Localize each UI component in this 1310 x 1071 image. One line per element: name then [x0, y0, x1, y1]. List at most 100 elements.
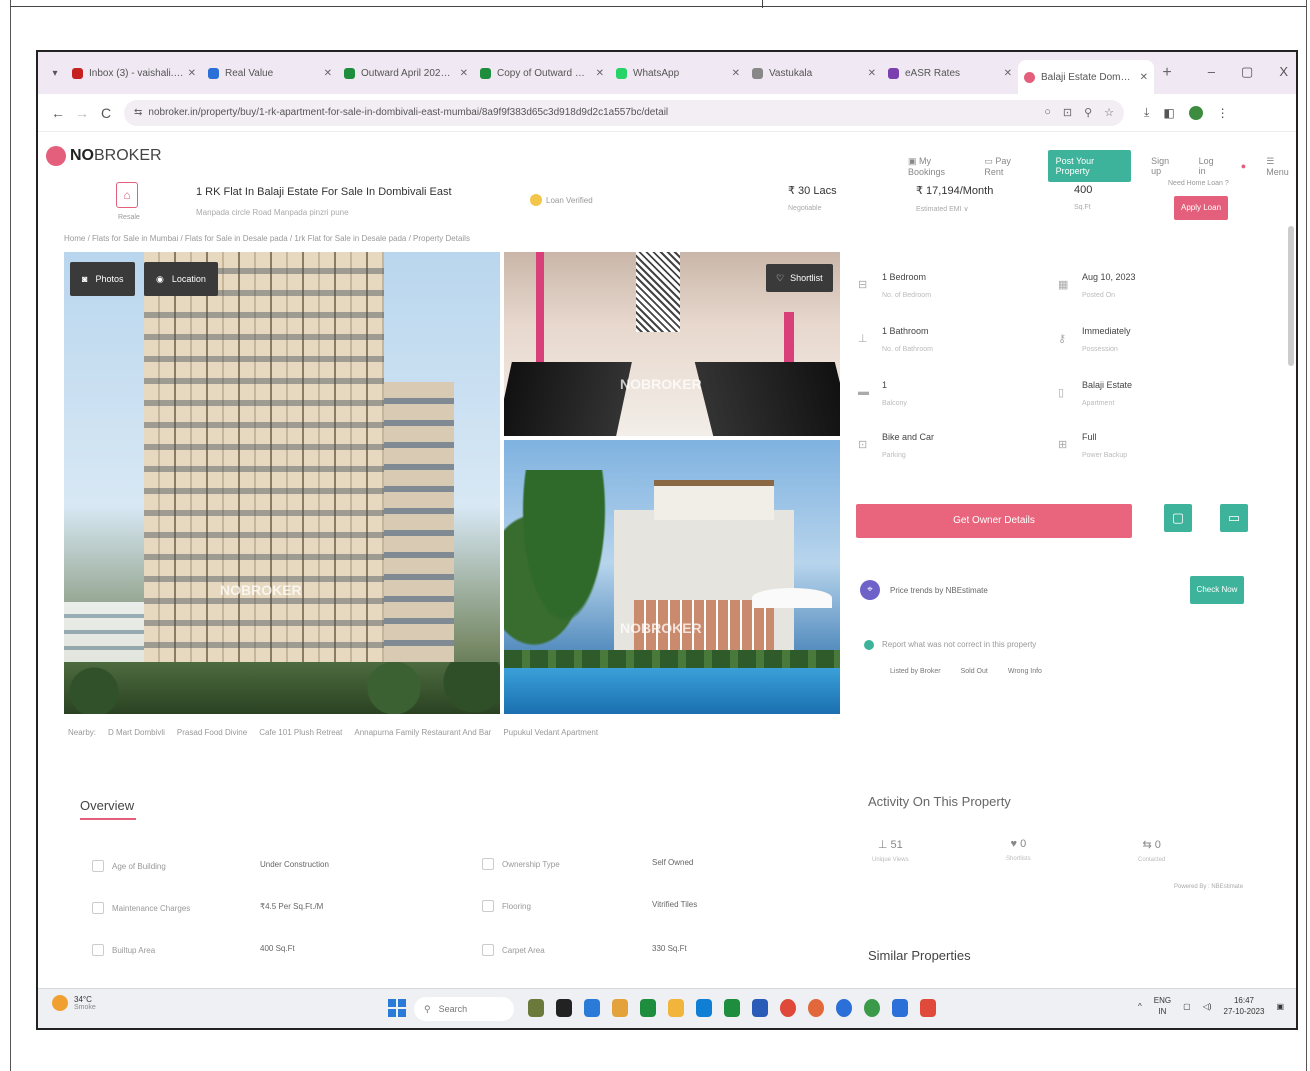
- gmail-icon: [72, 67, 83, 79]
- close-icon[interactable]: ✕: [188, 68, 196, 79]
- hedge: [504, 650, 840, 670]
- browser-tab-active[interactable]: Balaji Estate Dombivali ✕: [1018, 60, 1154, 94]
- browser-tab[interactable]: Inbox (3) - vaishali.sar ✕: [66, 58, 202, 88]
- close-icon[interactable]: ✕: [868, 68, 876, 79]
- close-icon[interactable]: ✕: [1004, 68, 1012, 79]
- report-listed-by-broker[interactable]: Listed by Broker: [890, 668, 941, 675]
- photos-button[interactable]: ◙ Photos: [70, 262, 136, 296]
- minimize-button[interactable]: –: [1208, 64, 1215, 80]
- close-icon[interactable]: ✕: [324, 68, 332, 79]
- chat-button[interactable]: ▭: [1220, 504, 1248, 532]
- taskbar-app-icon[interactable]: [556, 999, 572, 1017]
- firefox-icon[interactable]: [808, 999, 824, 1017]
- contacted-stat: ⇆ 0 Contacted: [1138, 838, 1165, 863]
- edge-icon[interactable]: [696, 999, 712, 1017]
- browser-tab[interactable]: WhatsApp ✕: [610, 58, 746, 88]
- taskbar-app-icon[interactable]: [528, 999, 544, 1017]
- maximize-button[interactable]: ▢: [1241, 64, 1253, 80]
- acrobat-icon[interactable]: [920, 999, 936, 1017]
- amenity-photo[interactable]: NOBROKER: [504, 440, 840, 714]
- ring-icon[interactable]: ○: [1044, 106, 1051, 119]
- property-address[interactable]: Manpada circle Road Manpada pinzri pune: [196, 208, 349, 217]
- notification-center-icon[interactable]: ▣: [1276, 1002, 1284, 1011]
- nobroker-logo[interactable]: NO BROKER: [46, 146, 162, 166]
- browser-tab[interactable]: Outward April 2023 - G ✕: [338, 58, 474, 88]
- chevron-up-icon[interactable]: ^: [1138, 1002, 1142, 1011]
- powered-by: Powered By : NBEstimate: [1174, 884, 1244, 890]
- help-icon[interactable]: [836, 999, 852, 1017]
- weather-widget[interactable]: 34°C Smoke: [52, 995, 96, 1011]
- close-icon[interactable]: ✕: [460, 68, 468, 79]
- language-indicator[interactable]: ENG IN: [1154, 995, 1171, 1017]
- bookmark-star-icon[interactable]: ☆: [1104, 106, 1114, 119]
- close-window-button[interactable]: X: [1279, 64, 1288, 80]
- browser-tab[interactable]: Copy of Outward month ✕: [474, 58, 610, 88]
- kebab-menu-icon[interactable]: ⋮: [1217, 106, 1229, 120]
- volume-icon[interactable]: ◁): [1203, 1002, 1212, 1011]
- taskbar-app-icon[interactable]: [864, 999, 880, 1017]
- close-icon[interactable]: ✕: [732, 68, 740, 79]
- pay-rent-link[interactable]: ▭ Pay Rent: [984, 156, 1027, 177]
- kitchen-photo[interactable]: ♡ Shortlist NOBROKER: [504, 252, 840, 436]
- side-panel-icon[interactable]: ◧: [1163, 106, 1174, 120]
- new-tab-button[interactable]: +: [1154, 64, 1180, 82]
- back-button[interactable]: ←: [46, 105, 70, 121]
- chrome-icon[interactable]: [780, 999, 796, 1017]
- login-link[interactable]: Log in: [1199, 156, 1221, 176]
- location-button[interactable]: ◉ Location: [144, 262, 218, 296]
- breadcrumb[interactable]: Home / Flats for Sale in Mumbai / Flats …: [64, 234, 470, 243]
- menu-link[interactable]: ☰ Menu: [1266, 156, 1296, 177]
- clock[interactable]: 16:47 27-10-2023: [1224, 995, 1265, 1017]
- download-icon[interactable]: ⤓: [1144, 105, 1149, 120]
- windows-start-icon[interactable]: [388, 999, 406, 1017]
- word-icon[interactable]: [752, 999, 768, 1017]
- nearby-places: Nearby: D Mart Dombivli Prasad Food Divi…: [68, 728, 598, 737]
- close-icon[interactable]: ✕: [1140, 72, 1148, 83]
- carpet-value: 330 Sq.Ft: [652, 944, 687, 953]
- network-icon[interactable]: ▢: [1183, 1002, 1191, 1011]
- taskbar-search[interactable]: ⚲ Search: [414, 997, 514, 1021]
- bathroom-detail: ⊥ 1 Bathroom No. of Bathroom: [858, 326, 933, 353]
- schedule-visit-button[interactable]: ▢: [1164, 504, 1192, 532]
- browser-tab[interactable]: Vastukala ✕: [746, 58, 882, 88]
- forward-button[interactable]: →: [70, 105, 94, 121]
- nearby-item[interactable]: Cafe 101 Plush Retreat: [259, 728, 342, 737]
- browser-tab[interactable]: eASR Rates ✕: [882, 58, 1018, 88]
- emi-dropdown[interactable]: Estimated EMI ∨: [916, 205, 993, 213]
- close-icon[interactable]: ✕: [596, 68, 604, 79]
- reload-button[interactable]: C: [94, 105, 118, 121]
- report-wrong-info[interactable]: Wrong Info: [1008, 668, 1042, 675]
- tab-search-icon[interactable]: ▾: [44, 68, 66, 79]
- nearby-item[interactable]: Annapurna Family Restaurant And Bar: [354, 728, 491, 737]
- nearby-item[interactable]: Prasad Food Divine: [177, 728, 247, 737]
- property-title: 1 RK Flat In Balaji Estate For Sale In D…: [196, 186, 452, 198]
- main-building-photo[interactable]: ◙ Photos ◉ Location NOBROKER: [64, 252, 500, 714]
- site-info-icon[interactable]: ⇆: [134, 107, 142, 118]
- file-explorer-icon[interactable]: [668, 999, 684, 1017]
- check-now-button[interactable]: Check Now: [1190, 576, 1244, 604]
- profile-avatar[interactable]: [1188, 105, 1203, 120]
- overview-heading[interactable]: Overview: [80, 798, 134, 813]
- url-input[interactable]: ⇆ nobroker.in/property/buy/1-rk-apartmen…: [124, 99, 1124, 126]
- my-bookings-link[interactable]: ▣ My Bookings: [908, 156, 964, 177]
- nearby-item[interactable]: Pupukul Vedant Apartment: [503, 728, 598, 737]
- get-owner-details-button[interactable]: Get Owner Details: [856, 504, 1132, 538]
- taskbar-app-icon[interactable]: [640, 999, 656, 1017]
- taskbar-app-icon[interactable]: [584, 999, 600, 1017]
- signup-link[interactable]: Sign up: [1151, 156, 1179, 176]
- apply-loan-button[interactable]: Apply Loan: [1174, 196, 1228, 220]
- report-sold-out[interactable]: Sold Out: [961, 668, 988, 675]
- post-property-button[interactable]: Post Your Property: [1047, 150, 1132, 182]
- project-value[interactable]: Balaji Estate: [1082, 380, 1132, 390]
- excel-icon[interactable]: [724, 999, 740, 1017]
- browser-tab[interactable]: Real Value ✕: [202, 58, 338, 88]
- notification-icon[interactable]: ●: [1241, 161, 1246, 171]
- nearby-item[interactable]: D Mart Dombivli: [108, 728, 165, 737]
- tab-title: WhatsApp: [633, 67, 680, 79]
- install-icon[interactable]: ⊡: [1063, 106, 1072, 119]
- shortlist-button[interactable]: ♡ Shortlist: [766, 264, 833, 292]
- zoom-icon[interactable]: ⚲: [1084, 106, 1092, 119]
- taskbar-app-icon[interactable]: [612, 999, 628, 1017]
- photos-app-icon[interactable]: [892, 999, 908, 1017]
- page-scrollbar[interactable]: [1288, 226, 1294, 366]
